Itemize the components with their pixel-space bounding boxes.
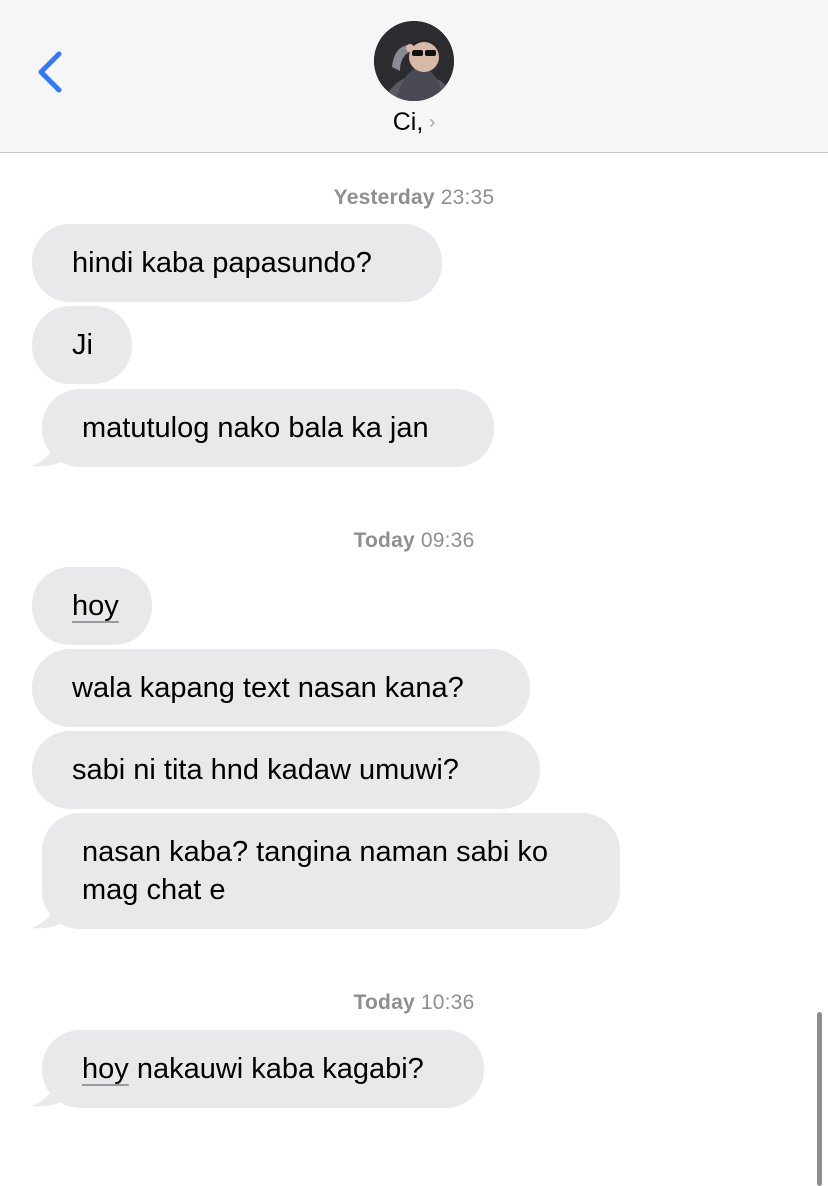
message-text: matutulog nako bala ka jan (82, 412, 429, 444)
message-bubble[interactable]: Ji (32, 306, 132, 384)
message-text: sabi ni tita hnd kadaw umuwi? (72, 754, 459, 786)
timestamp: Today 10:36 (353, 991, 475, 1014)
message-bubble[interactable]: wala kapang text nasan kana? (32, 649, 530, 727)
message-text: hoy (72, 590, 119, 622)
message-text: Ji (72, 329, 93, 361)
contact-avatar[interactable] (374, 21, 454, 101)
avatar-photo (374, 21, 454, 101)
contact-name-button[interactable]: Ci, › (0, 106, 828, 138)
message-text: nasan kaba? tangina naman sabi ko mag ch… (82, 836, 548, 906)
message-bubble[interactable]: hoy nakauwi kaba kagabi? (42, 1030, 484, 1108)
message-text: wala kapang text nasan kana? (72, 672, 464, 704)
scrollbar[interactable] (817, 1012, 822, 1186)
back-button[interactable] (22, 44, 78, 100)
message-bubble[interactable]: nasan kaba? tangina naman sabi ko mag ch… (42, 813, 620, 929)
message-text: hindi kaba papasundo? (72, 247, 372, 279)
timestamp: Yesterday 23:35 (333, 186, 495, 209)
message-bubble[interactable]: hoy (32, 567, 152, 645)
contact-name: Ci, (392, 108, 424, 136)
timestamp: Today 09:36 (353, 529, 475, 552)
chevron-right-icon: › (429, 112, 436, 132)
message-bubble[interactable]: matutulog nako bala ka jan (42, 389, 494, 467)
message-bubble[interactable]: hindi kaba papasundo? (32, 224, 442, 302)
message-text: hoy nakauwi kaba kagabi? (82, 1053, 424, 1085)
message-bubble[interactable]: sabi ni tita hnd kadaw umuwi? (32, 731, 540, 809)
conversation-header: Ci, › (0, 0, 828, 153)
chevron-left-icon (38, 51, 62, 93)
